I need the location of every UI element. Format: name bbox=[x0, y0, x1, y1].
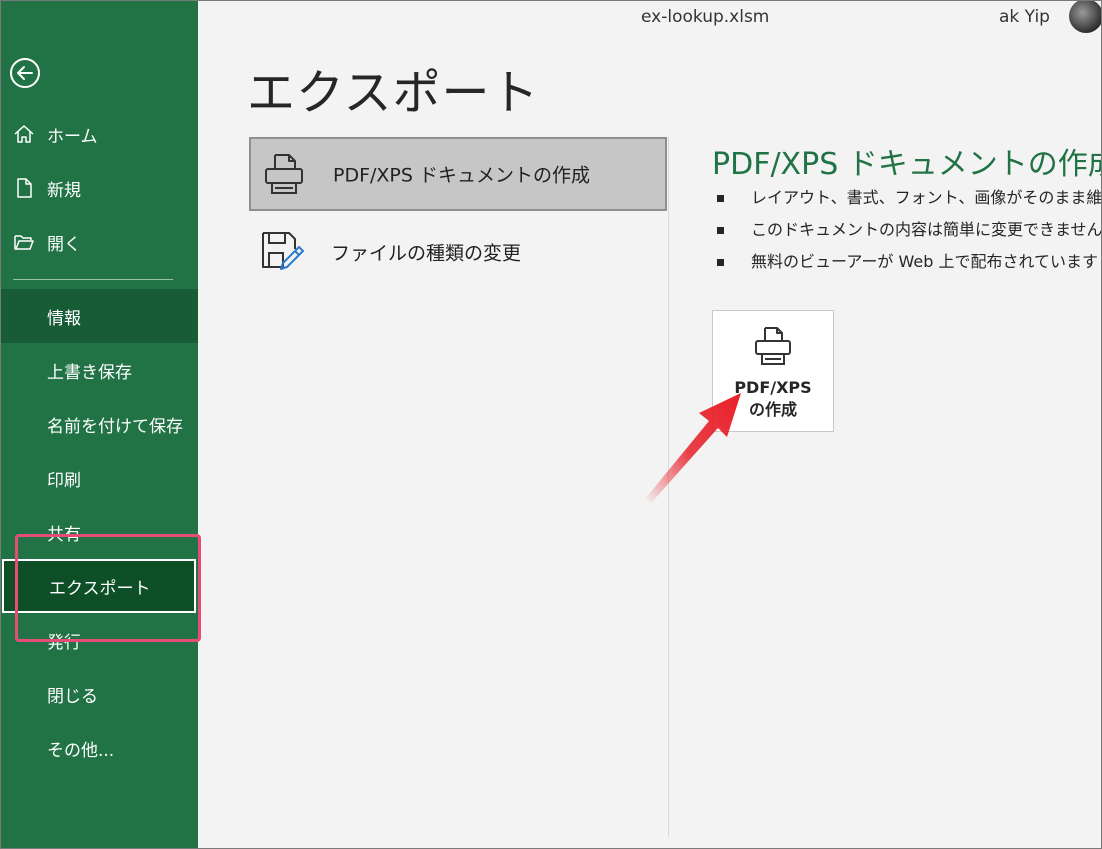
option-label: ファイルの種類の変更 bbox=[331, 242, 522, 265]
bullet-text: 無料のビューアーが Web 上で配布されています bbox=[751, 252, 1098, 271]
sidebar-item-label: 情報 bbox=[47, 308, 81, 329]
sidebar-item-share[interactable]: 共有 bbox=[1, 505, 198, 559]
sidebar-item-publish[interactable]: 発行 bbox=[1, 613, 198, 667]
option-create-pdf-xps[interactable]: PDF/XPS ドキュメントの作成 bbox=[249, 137, 667, 211]
sidebar-item-export[interactable]: エクスポート bbox=[2, 559, 196, 613]
button-label-line1: PDF/XPS bbox=[734, 378, 812, 397]
sidebar-item-print[interactable]: 印刷 bbox=[1, 451, 198, 505]
printer-document-icon bbox=[261, 151, 307, 197]
column-divider bbox=[668, 137, 669, 837]
printer-icon bbox=[751, 325, 795, 369]
detail-bullets: レイアウト、書式、フォント、画像がそのまま維持され このドキュメントの内容は簡単… bbox=[717, 182, 1102, 278]
sidebar-item-label: エクスポート bbox=[49, 578, 151, 599]
bullet-square-icon bbox=[717, 259, 724, 266]
bullet-square-icon bbox=[717, 195, 724, 202]
sidebar-item-label: 開く bbox=[47, 234, 81, 255]
new-document-icon bbox=[13, 177, 35, 199]
button-label-line2: の作成 bbox=[748, 400, 797, 419]
sidebar-item-label: 閉じる bbox=[47, 686, 98, 707]
option-label: PDF/XPS ドキュメントの作成 bbox=[333, 164, 590, 187]
option-change-file-type[interactable]: ファイルの種類の変更 bbox=[249, 215, 667, 289]
sidebar-item-save[interactable]: 上書き保存 bbox=[1, 343, 198, 397]
sidebar-item-label: 上書き保存 bbox=[47, 362, 132, 383]
file-name: ex-lookup.xlsm bbox=[641, 7, 770, 27]
list-item: レイアウト、書式、フォント、画像がそのまま維持され bbox=[717, 182, 1102, 214]
bullet-text: このドキュメントの内容は簡単に変更できません bbox=[751, 220, 1102, 239]
sidebar-item-label: 新規 bbox=[47, 180, 81, 201]
detail-title: PDF/XPS ドキュメントの作成 bbox=[712, 147, 1102, 182]
backstage-window: ホーム 新規 開く 情報 上書き保存 名前を付けて保存 印刷 共有 エクスポート… bbox=[0, 0, 1102, 849]
sidebar-item-label: その他... bbox=[47, 740, 115, 761]
sidebar-item-label: 共有 bbox=[47, 524, 81, 545]
sidebar-item-label: ホーム bbox=[47, 126, 98, 147]
file-type-change-icon bbox=[259, 227, 305, 273]
sidebar-item-info[interactable]: 情報 bbox=[1, 289, 198, 343]
back-arrow-icon[interactable] bbox=[9, 57, 41, 89]
bullet-text: レイアウト、書式、フォント、画像がそのまま維持され bbox=[751, 188, 1102, 207]
open-folder-icon bbox=[13, 231, 35, 253]
create-pdf-xps-button[interactable]: PDF/XPS の作成 bbox=[712, 310, 834, 432]
avatar[interactable] bbox=[1069, 1, 1101, 33]
sidebar-item-home[interactable]: ホーム bbox=[1, 107, 198, 161]
sidebar-divider bbox=[13, 279, 173, 280]
create-pdf-xps-label: PDF/XPS の作成 bbox=[713, 377, 833, 421]
user-name[interactable]: ak Yip bbox=[999, 7, 1050, 27]
sidebar-item-label: 発行 bbox=[47, 632, 81, 653]
sidebar-item-new[interactable]: 新規 bbox=[1, 161, 198, 215]
sidebar-item-label: 名前を付けて保存 bbox=[47, 416, 183, 437]
list-item: このドキュメントの内容は簡単に変更できません bbox=[717, 214, 1102, 246]
sidebar: ホーム 新規 開く 情報 上書き保存 名前を付けて保存 印刷 共有 エクスポート… bbox=[1, 1, 201, 848]
bullet-square-icon bbox=[717, 227, 724, 234]
sidebar-item-more[interactable]: その他... bbox=[1, 721, 198, 775]
sidebar-item-save-as[interactable]: 名前を付けて保存 bbox=[1, 397, 198, 451]
sidebar-item-close[interactable]: 閉じる bbox=[1, 667, 198, 721]
sidebar-item-open[interactable]: 開く bbox=[1, 215, 198, 269]
home-icon bbox=[13, 123, 35, 145]
page-title: エクスポート bbox=[247, 65, 540, 121]
sidebar-item-label: 印刷 bbox=[47, 470, 81, 491]
list-item: 無料のビューアーが Web 上で配布されています bbox=[717, 246, 1101, 278]
